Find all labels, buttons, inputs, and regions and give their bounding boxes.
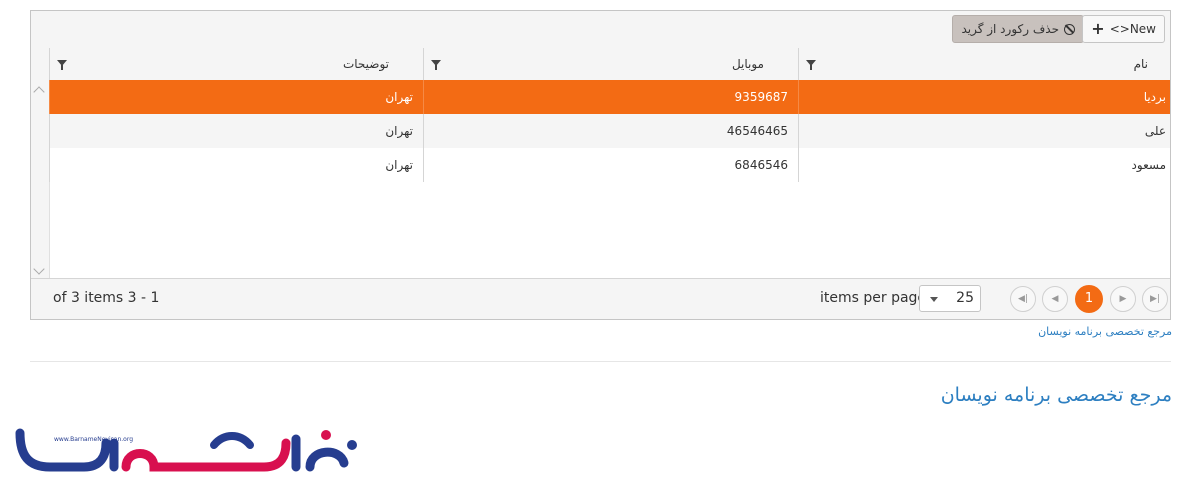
vertical-scrollbar[interactable]: [31, 80, 50, 281]
filter-icon[interactable]: [57, 60, 67, 70]
grid-header: توضیحات موبایل نام: [31, 48, 1170, 81]
first-page-button[interactable]: ◀|: [1010, 286, 1036, 312]
filter-icon[interactable]: [431, 60, 441, 70]
filter-icon[interactable]: [806, 60, 816, 70]
grid-toolbar: حذف رکورد از گرید + <>New: [31, 11, 1170, 49]
page-button-current[interactable]: 1: [1075, 285, 1103, 313]
page-size-dropdown[interactable]: 25: [919, 285, 981, 312]
next-page-icon: ▶: [1119, 294, 1127, 304]
pager-info: of 3 items 3 - 1: [53, 290, 160, 306]
cell-name[interactable]: مسعود: [798, 148, 1172, 182]
scroll-up-icon[interactable]: [33, 86, 45, 98]
grid-body: تهران 9359687 بردیا تهران 46546465 علی ت…: [49, 80, 1170, 281]
cell-description[interactable]: تهران: [49, 148, 423, 182]
table-row[interactable]: تهران 46546465 علی: [49, 114, 1170, 148]
scroll-down-icon[interactable]: [33, 263, 45, 275]
dropdown-arrow-icon: [930, 297, 938, 302]
data-grid: حذف رکورد از گرید + <>New توضیحات موبایل…: [30, 10, 1171, 320]
page-heading: مرجع تخصصی برنامه نویسان: [940, 384, 1172, 406]
last-page-button[interactable]: ▶|: [1142, 286, 1168, 312]
cell-mobile[interactable]: 6846546: [423, 148, 798, 182]
ban-icon: [1064, 23, 1075, 35]
column-title-mobile: موبایل: [731, 57, 764, 71]
column-header-name[interactable]: نام: [798, 48, 1170, 80]
plus-icon: +: [1091, 19, 1105, 38]
new-record-label: <>New: [1109, 22, 1156, 36]
items-per-page-label: items per page: [820, 290, 927, 306]
cell-mobile[interactable]: 46546465: [423, 114, 798, 148]
cell-name[interactable]: بردیا: [798, 80, 1172, 114]
column-header-mobile[interactable]: موبایل: [423, 48, 798, 80]
last-page-icon: ▶|: [1150, 294, 1160, 304]
cell-mobile[interactable]: 9359687: [423, 80, 798, 114]
column-title-name: نام: [1133, 57, 1148, 71]
next-page-button[interactable]: ▶: [1110, 286, 1136, 312]
column-title-description: توضیحات: [342, 57, 389, 71]
column-header-description[interactable]: توضیحات: [49, 48, 423, 80]
cell-name[interactable]: علی: [798, 114, 1172, 148]
cell-description[interactable]: تهران: [49, 114, 423, 148]
previous-page-button[interactable]: ◀: [1042, 286, 1068, 312]
previous-page-icon: ◀: [1051, 294, 1059, 304]
barnamenevisan-logo: www.BarnameNevisan.org: [15, 428, 357, 472]
cell-description[interactable]: تهران: [49, 80, 423, 114]
logo-url-text: www.BarnameNevisan.org: [54, 436, 133, 443]
delete-record-label: حذف رکورد از گرید: [961, 22, 1059, 36]
page-size-value: 25: [956, 290, 974, 306]
new-record-button[interactable]: + <>New: [1082, 15, 1165, 43]
reference-link[interactable]: مرجع تخصصی برنامه نویسان: [1038, 325, 1172, 338]
delete-record-button[interactable]: حذف رکورد از گرید: [952, 15, 1084, 43]
divider: [30, 361, 1171, 362]
table-row[interactable]: تهران 9359687 بردیا: [49, 80, 1170, 114]
grid-pager: of 3 items 3 - 1 items per page 25 ◀| ◀ …: [31, 278, 1170, 319]
first-page-icon: ◀|: [1018, 294, 1028, 304]
table-row[interactable]: تهران 6846546 مسعود: [49, 148, 1170, 182]
